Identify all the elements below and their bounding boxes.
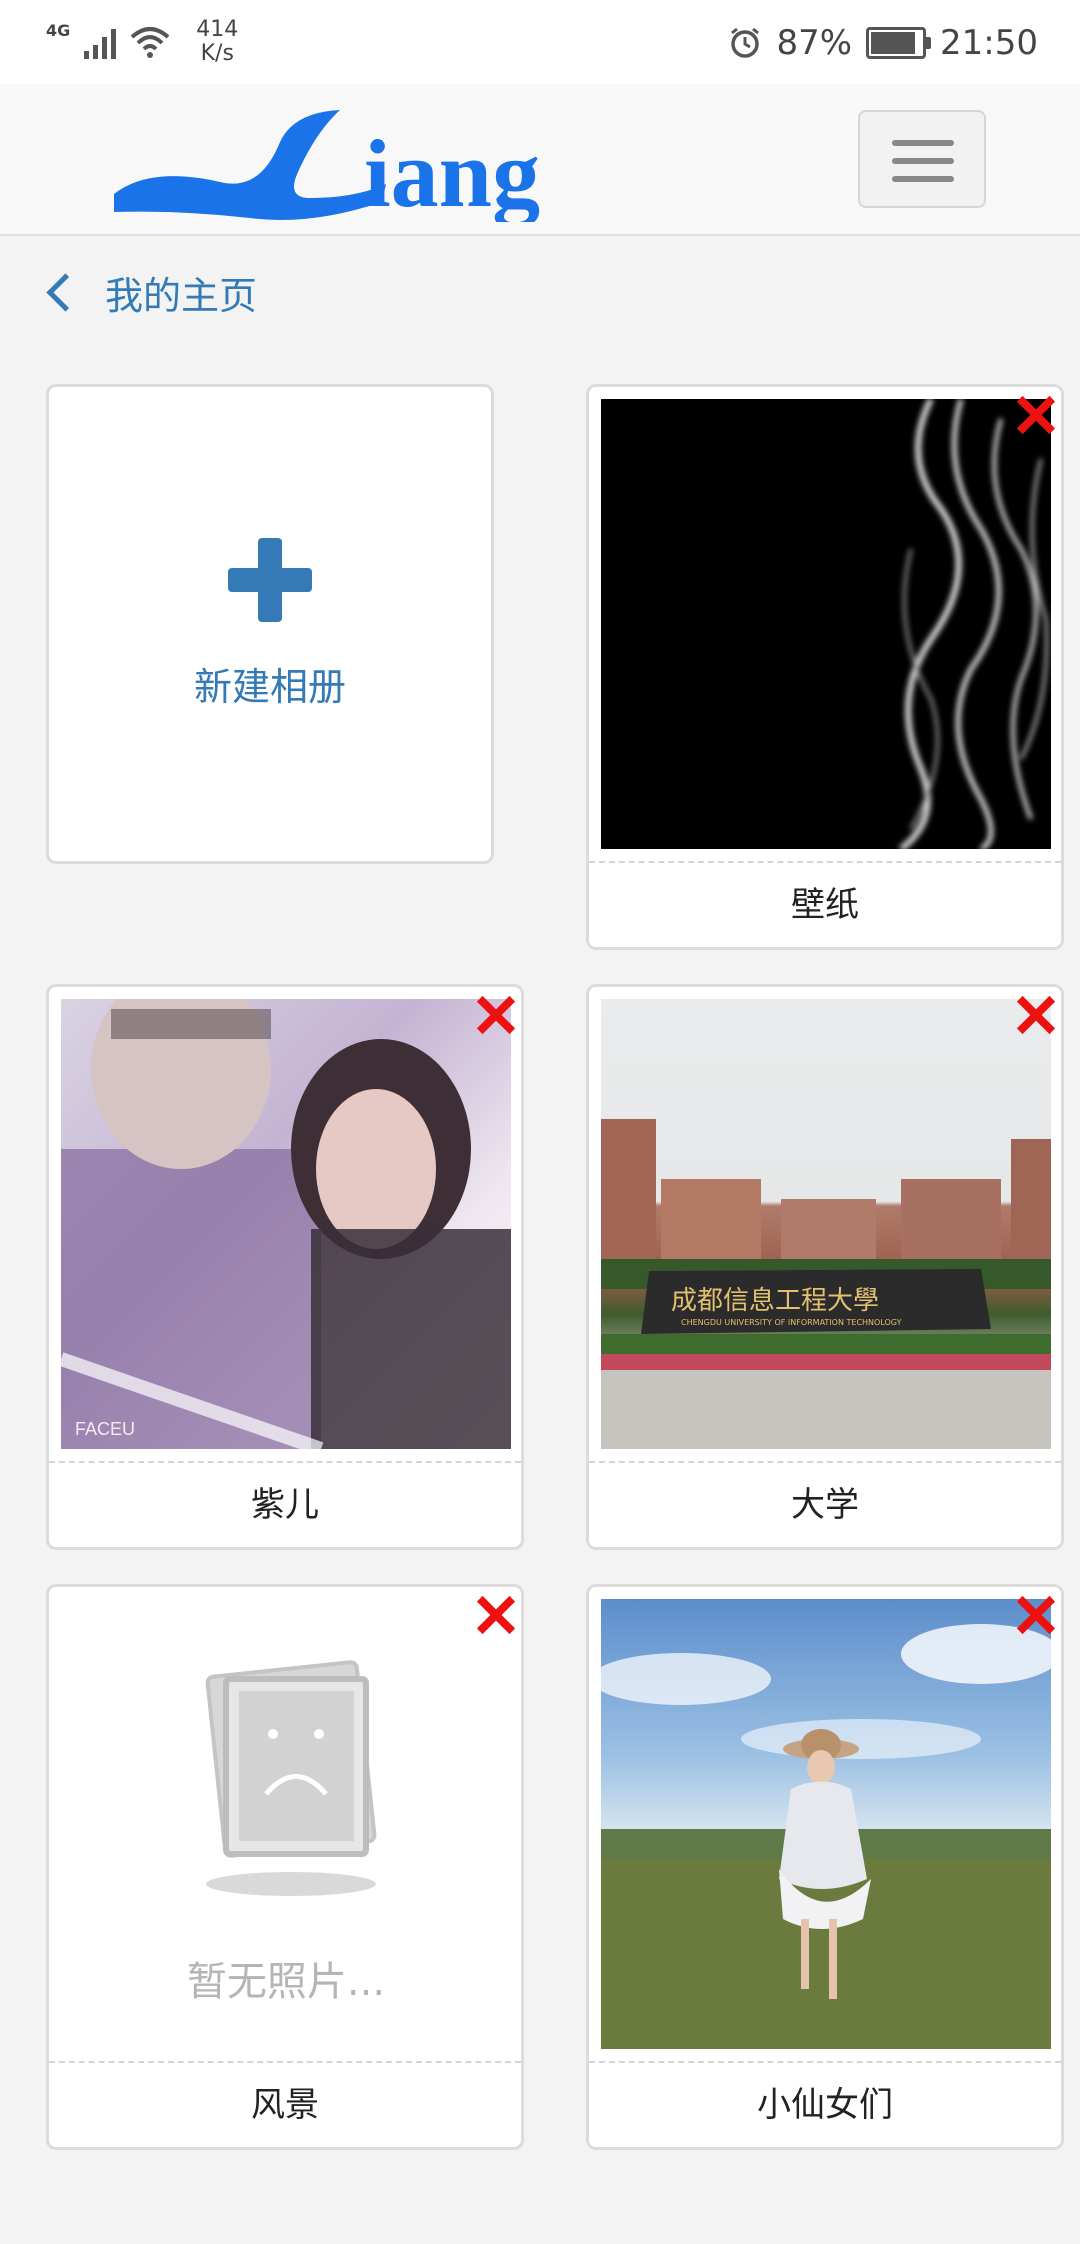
plus-icon <box>228 537 312 622</box>
delete-album-icon[interactable] <box>1015 995 1055 1035</box>
album-name[interactable]: 大学 <box>589 1463 1061 1547</box>
album-cover-image[interactable] <box>601 399 1051 849</box>
clock: 21:50 <box>940 23 1038 63</box>
back-label: 我的主页 <box>105 273 258 318</box>
album-card-wallpaper[interactable]: 壁纸 <box>586 384 1064 950</box>
album-card-fairies[interactable]: 小仙女们 <box>586 1584 1064 2150</box>
site-logo[interactable]: iang <box>110 102 670 222</box>
album-cover-image[interactable] <box>601 1599 1051 2049</box>
network-speed: 414 K/s <box>196 18 238 66</box>
album-name[interactable]: 小仙女们 <box>589 2063 1061 2147</box>
chevron-left-icon <box>46 272 85 312</box>
status-right: 87% 21:50 <box>728 20 1038 66</box>
wifi-icon <box>130 27 170 58</box>
campus-photo: 成都信息工程大學 CHENGDU UNIVERSITY OF INFORMATI… <box>601 1119 1051 1449</box>
album-name[interactable]: 紫儿 <box>49 1463 521 1547</box>
signal-icon <box>84 25 117 59</box>
empty-album-text: 暂无照片... <box>186 1959 386 2005</box>
album-cover-image[interactable]: FACEU <box>61 999 511 1449</box>
smoke-artwork <box>899 399 1049 849</box>
status-left: 4G 414 K/s <box>46 16 238 68</box>
new-album-label: 新建相册 <box>193 664 346 709</box>
menu-button[interactable] <box>858 110 986 208</box>
new-album-button[interactable]: 新建相册 <box>46 384 494 864</box>
back-link[interactable]: 我的主页 <box>44 262 257 322</box>
album-name[interactable]: 风景 <box>49 2063 521 2147</box>
network-speed-value: 414 <box>196 17 239 42</box>
logo-text: iang <box>364 120 540 222</box>
album-card-scenery[interactable]: 暂无照片... 风景 <box>46 1584 524 2150</box>
university-sign-en: CHENGDU UNIVERSITY OF INFORMATION TECHNO… <box>681 1318 902 1327</box>
university-sign: 成都信息工程大學 <box>671 1286 879 1316</box>
delete-album-icon[interactable] <box>475 995 515 1035</box>
status-bar: 4G 414 K/s 87% 21:50 <box>0 0 1080 84</box>
delete-album-icon[interactable] <box>475 1595 515 1635</box>
album-card-couple[interactable]: FACEU 紫儿 <box>46 984 524 1550</box>
album-card-university[interactable]: 成都信息工程大學 CHENGDU UNIVERSITY OF INFORMATI… <box>586 984 1064 1550</box>
battery-percent: 87% <box>776 23 853 63</box>
album-cover-empty[interactable]: 暂无照片... <box>61 1599 511 2049</box>
couple-photo: FACEU <box>61 999 511 1449</box>
delete-album-icon[interactable] <box>1015 395 1055 435</box>
photo-watermark: FACEU <box>75 1419 135 1439</box>
album-name[interactable]: 壁纸 <box>589 863 1061 947</box>
navbar: iang <box>0 84 1080 236</box>
battery-icon <box>866 27 932 59</box>
network-speed-unit: K/s <box>200 41 234 66</box>
battery-level <box>871 32 916 54</box>
alarm-icon <box>731 27 760 58</box>
album-cover-image[interactable]: 成都信息工程大學 CHENGDU UNIVERSITY OF INFORMATI… <box>601 999 1051 1449</box>
delete-album-icon[interactable] <box>1015 1595 1055 1635</box>
field-photo <box>601 1624 1051 2049</box>
network-type: 4G <box>46 20 71 40</box>
